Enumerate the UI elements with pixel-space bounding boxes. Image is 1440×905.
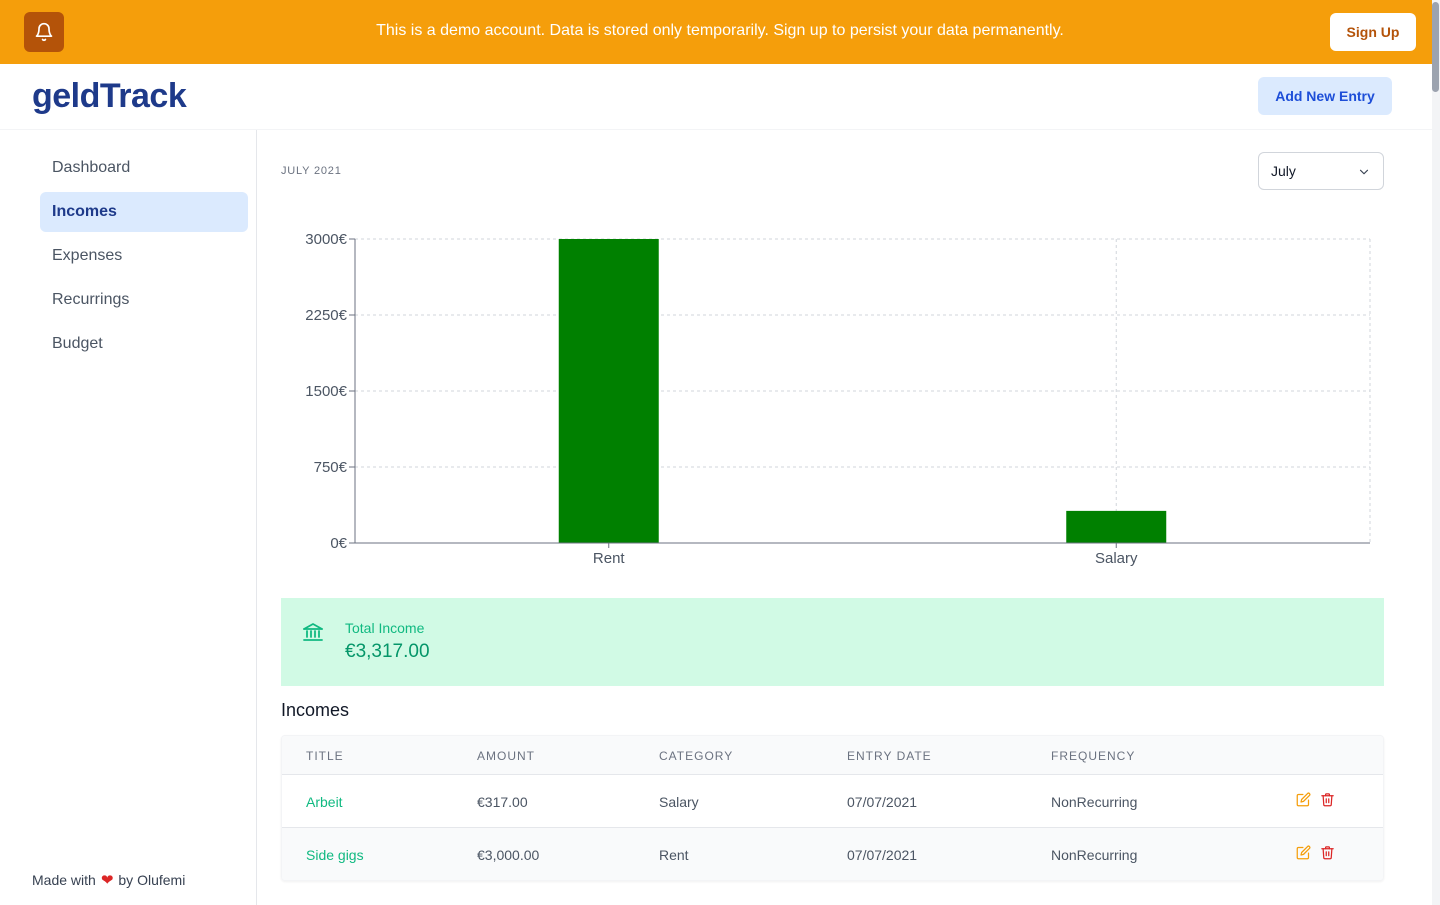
footer-credit: Made with ❤ by Olufemi <box>32 871 185 889</box>
sidebar-item-dashboard[interactable]: Dashboard <box>40 148 248 188</box>
row-entry-date: 07/07/2021 <box>847 847 918 863</box>
row-amount: €317.00 <box>477 794 528 810</box>
sidebar: Dashboard Incomes Expenses Recurrings Bu… <box>0 130 257 905</box>
y-tick-label: 1500€ <box>305 383 347 400</box>
banner-message: This is a demo account. Data is stored o… <box>376 22 1064 39</box>
footer-prefix: Made with <box>32 872 96 888</box>
incomes-section-title: Incomes <box>281 700 350 720</box>
demo-banner: This is a demo account. Data is stored o… <box>0 0 1440 64</box>
sidebar-item-incomes[interactable]: Incomes <box>40 192 248 232</box>
row-frequency: NonRecurring <box>1051 794 1138 810</box>
footer-suffix: by Olufemi <box>118 872 186 888</box>
row-category: Rent <box>659 847 689 863</box>
row-title-link[interactable]: Side gigs <box>306 847 364 863</box>
y-tick-label: 0€ <box>330 535 347 552</box>
x-tick-label: Rent <box>593 550 626 567</box>
edit-icon[interactable] <box>1296 792 1311 807</box>
sidebar-item-expenses[interactable]: Expenses <box>40 236 248 276</box>
month-select[interactable]: July <box>1258 152 1384 190</box>
row-frequency: NonRecurring <box>1051 847 1138 863</box>
table-header: TITLE AMOUNT CATEGORY ENTRY DATE FREQUEN… <box>282 736 1383 775</box>
header-entry-date: ENTRY DATE <box>847 749 932 763</box>
bar-salary <box>1066 510 1167 543</box>
y-tick-label: 2250€ <box>305 307 347 324</box>
sidebar-item-budget[interactable]: Budget <box>40 324 248 364</box>
bank-icon <box>303 623 323 641</box>
total-income-card: Total Income €3,317.00 <box>281 598 1384 686</box>
row-title-link[interactable]: Arbeit <box>306 794 343 810</box>
sidebar-item-recurrings[interactable]: Recurrings <box>40 280 248 320</box>
scrollbar-thumb[interactable] <box>1432 2 1439 92</box>
header-category: CATEGORY <box>659 749 734 763</box>
table-row: Side gigs €3,000.00 Rent 07/07/2021 NonR… <box>282 828 1383 880</box>
edit-icon[interactable] <box>1296 845 1311 860</box>
month-select-value: July <box>1271 163 1296 179</box>
income-bar-chart: 0€ 750€ 1500€ 2250€ 3000€ Rent Salary <box>305 231 1371 567</box>
total-income-label: Total Income <box>345 620 425 636</box>
bar-rent <box>558 239 659 543</box>
heart-icon: ❤ <box>100 872 114 889</box>
y-tick-label: 3000€ <box>305 231 347 248</box>
y-tick-label: 750€ <box>314 459 348 476</box>
header-amount: AMOUNT <box>477 749 535 763</box>
add-new-entry-button[interactable]: Add New Entry <box>1258 77 1392 115</box>
x-tick-label: Salary <box>1095 550 1138 567</box>
header-title: TITLE <box>306 749 344 763</box>
app-logo[interactable]: geldTrack <box>32 77 187 116</box>
total-income-value: €3,317.00 <box>345 641 430 662</box>
incomes-table: TITLE AMOUNT CATEGORY ENTRY DATE FREQUEN… <box>281 735 1384 881</box>
app-header: geldTrack Add New Entry <box>0 64 1440 130</box>
header-frequency: FREQUENCY <box>1051 749 1136 763</box>
delete-icon[interactable] <box>1320 845 1335 860</box>
delete-icon[interactable] <box>1320 792 1335 807</box>
row-amount: €3,000.00 <box>477 847 540 863</box>
row-entry-date: 07/07/2021 <box>847 794 918 810</box>
chevron-down-icon <box>1359 169 1369 175</box>
table-row: Arbeit €317.00 Salary 07/07/2021 NonRecu… <box>282 775 1383 828</box>
period-label: JULY 2021 <box>281 165 342 177</box>
scrollbar-track[interactable] <box>1432 0 1440 905</box>
sign-up-button[interactable]: Sign Up <box>1330 13 1416 51</box>
row-category: Salary <box>659 794 699 810</box>
